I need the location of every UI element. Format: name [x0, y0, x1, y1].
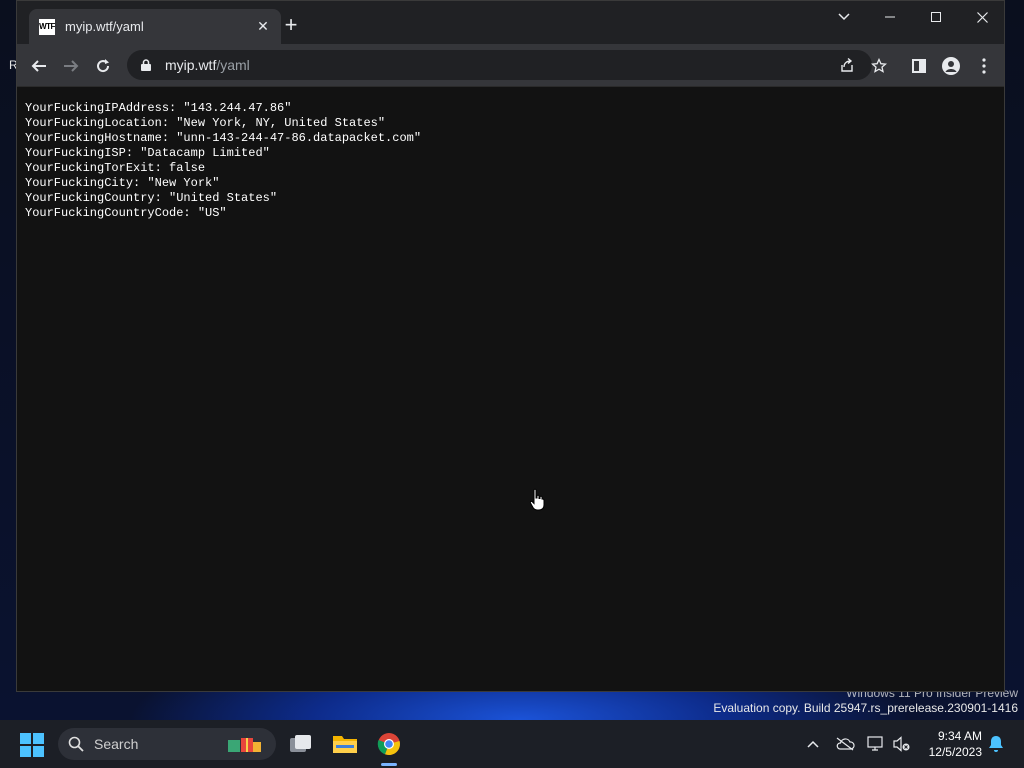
tab-myip-yaml[interactable]: WTF myip.wtf/yaml ✕: [29, 9, 281, 44]
url-path: /yaml: [216, 57, 250, 73]
notification-bell-icon[interactable]: [986, 734, 1006, 754]
yaml-output: YourFuckingIPAddress: "143.244.47.86" You…: [25, 101, 421, 221]
yaml-line-location: YourFuckingLocation: "New York, NY, Unit…: [25, 116, 386, 130]
volume-muted-icon[interactable]: [892, 734, 912, 754]
windows-start-icon[interactable]: [20, 733, 44, 757]
system-clock[interactable]: 9:34 AM 12/5/2023: [929, 728, 982, 760]
forward-button[interactable]: [57, 52, 85, 80]
url-host: myip.wtf: [165, 57, 217, 73]
lock-icon[interactable]: [139, 58, 153, 72]
address-bar[interactable]: myip.wtf/yaml: [127, 50, 872, 80]
yaml-line-country: YourFuckingCountry: "United States": [25, 191, 278, 205]
tab-title: myip.wtf/yaml: [65, 19, 144, 34]
tab-search-button[interactable]: [821, 1, 867, 33]
windows-taskbar: Search 9:34 AM 12/5/2023: [0, 720, 1024, 768]
active-app-indicator: [381, 763, 397, 766]
close-window-button[interactable]: [959, 1, 1005, 33]
minimize-icon: [885, 16, 895, 18]
bookmark-star-icon[interactable]: [865, 52, 893, 80]
yaml-line-hostname: YourFuckingHostname: "unn-143-244-47-86.…: [25, 131, 422, 145]
arrow-right-icon: [64, 60, 79, 72]
maximize-button[interactable]: [913, 1, 959, 33]
menu-kebab-icon[interactable]: [970, 52, 998, 80]
close-icon: [976, 11, 988, 23]
hand-cursor-icon: [529, 488, 545, 511]
task-view-icon: [290, 735, 311, 752]
back-button[interactable]: [25, 52, 53, 80]
page-content: YourFuckingIPAddress: "143.244.47.86" You…: [17, 87, 1004, 691]
tab-strip: WTF myip.wtf/yaml ✕ +: [17, 1, 1004, 44]
minimize-button[interactable]: [867, 1, 913, 33]
network-icon[interactable]: [866, 734, 886, 754]
maximize-icon: [931, 12, 941, 22]
tab-close-icon[interactable]: ✕: [251, 18, 275, 35]
chrome-taskbar-button[interactable]: [373, 728, 405, 760]
site-favicon: WTF: [39, 18, 55, 35]
search-label: Search: [94, 736, 139, 752]
arrow-left-icon: [31, 60, 46, 72]
side-panel-icon[interactable]: [905, 52, 933, 80]
url-text: myip.wtf/yaml: [165, 57, 250, 73]
browser-window: WTF myip.wtf/yaml ✕ + myip.wtf/yaml Your…: [16, 0, 1005, 692]
yaml-line-country-code: YourFuckingCountryCode: "US": [25, 206, 227, 220]
search-icon: [68, 736, 84, 752]
share-icon[interactable]: [837, 55, 857, 75]
yaml-line-ip-address: YourFuckingIPAddress: "143.244.47.86": [25, 101, 292, 115]
yaml-line-isp: YourFuckingISP: "Datacamp Limited": [25, 146, 270, 160]
chevron-down-icon: [838, 13, 850, 21]
profile-avatar-icon[interactable]: [937, 52, 965, 80]
yaml-line-tor-exit: YourFuckingTorExit: false: [25, 161, 206, 175]
chrome-icon: [377, 733, 400, 756]
reload-icon: [97, 59, 110, 73]
reload-button[interactable]: [89, 52, 117, 80]
watermark-build: Evaluation copy. Build 25947.rs_prerelea…: [713, 701, 1018, 715]
task-view-button[interactable]: [285, 728, 317, 760]
clock-date: 12/5/2023: [928, 745, 982, 759]
folder-icon: [333, 736, 357, 753]
file-explorer-button[interactable]: [329, 728, 361, 760]
gift-icon: [228, 738, 261, 752]
yaml-line-city: YourFuckingCity: "New York": [25, 176, 220, 190]
onedrive-cloud-icon[interactable]: [835, 734, 855, 754]
clock-time: 9:34 AM: [937, 729, 982, 743]
new-tab-button[interactable]: +: [279, 14, 303, 38]
show-hidden-icons-chevron-up-icon[interactable]: [803, 734, 823, 754]
taskbar-search-box[interactable]: Search: [58, 728, 276, 760]
browser-toolbar: myip.wtf/yaml: [17, 44, 1004, 87]
